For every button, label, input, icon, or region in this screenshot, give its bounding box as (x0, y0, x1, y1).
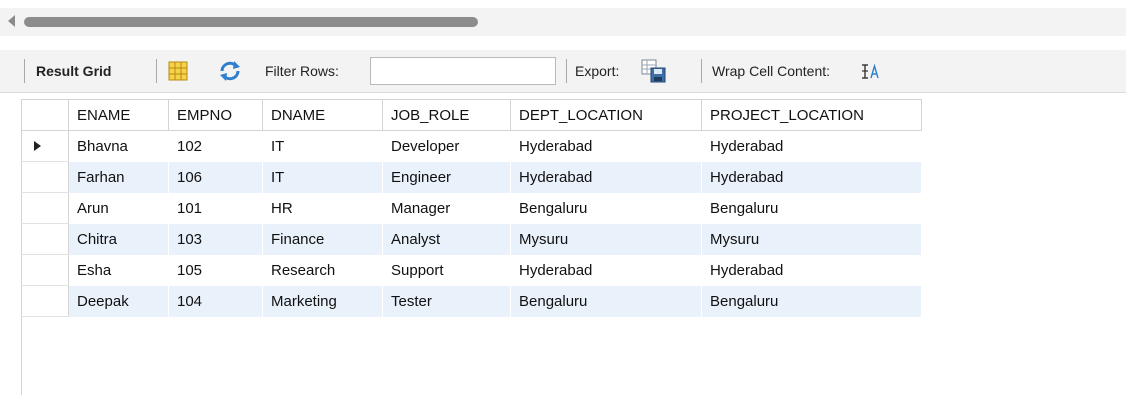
horizontal-scrollbar[interactable] (0, 8, 1126, 36)
column-header-dept-location[interactable]: DEPT_LOCATION (510, 99, 702, 131)
scrollbar-thumb[interactable] (24, 17, 478, 27)
cell-dname[interactable]: Marketing (262, 285, 383, 317)
refresh-icon[interactable] (218, 60, 242, 86)
row-header[interactable] (21, 192, 69, 224)
row-header-corner (21, 99, 69, 131)
table-row[interactable]: Deepak 104 Marketing Tester Bengaluru Be… (21, 285, 922, 317)
cell-ename[interactable]: Chitra (68, 223, 169, 255)
cell-dname[interactable]: IT (262, 161, 383, 193)
row-header[interactable] (21, 285, 69, 317)
cell-dept-location[interactable]: Hyderabad (510, 254, 702, 286)
cell-job-role[interactable]: Developer (382, 130, 511, 162)
cell-dname[interactable]: IT (262, 130, 383, 162)
cell-dept-location[interactable]: Bengaluru (510, 192, 702, 224)
cell-job-role[interactable]: Engineer (382, 161, 511, 193)
result-toolbar: Result Grid Filter Rows: Export: Wrap Ce… (0, 50, 1126, 93)
cell-empno[interactable]: 104 (168, 285, 263, 317)
cell-ename[interactable]: Arun (68, 192, 169, 224)
cell-dept-location[interactable]: Mysuru (510, 223, 702, 255)
export-icon[interactable] (641, 59, 667, 87)
cell-job-role[interactable]: Tester (382, 285, 511, 317)
table-row[interactable]: Bhavna 102 IT Developer Hyderabad Hydera… (21, 130, 922, 162)
cell-dname[interactable]: Finance (262, 223, 383, 255)
cell-project-location[interactable]: Hyderabad (701, 254, 922, 286)
cell-ename[interactable]: Esha (68, 254, 169, 286)
cell-dept-location[interactable]: Hyderabad (510, 130, 702, 162)
column-header-dname[interactable]: DNAME (262, 99, 383, 131)
column-header-project-location[interactable]: PROJECT_LOCATION (701, 99, 922, 131)
row-header[interactable] (21, 161, 69, 193)
cell-job-role[interactable]: Manager (382, 192, 511, 224)
filter-rows-input[interactable] (370, 57, 556, 85)
toolbar-separator (566, 59, 567, 83)
export-label: Export: (575, 63, 620, 79)
column-header-empno[interactable]: EMPNO (168, 99, 263, 131)
result-grid-table: ENAME EMPNO DNAME JOB_ROLE DEPT_LOCATION… (21, 99, 922, 317)
cell-ename[interactable]: Deepak (68, 285, 169, 317)
toolbar-separator (24, 59, 25, 83)
column-header-ename[interactable]: ENAME (68, 99, 169, 131)
scroll-left-arrow-icon[interactable] (8, 15, 15, 27)
result-grid-tab[interactable]: Result Grid (36, 50, 111, 92)
cell-dept-location[interactable]: Bengaluru (510, 285, 702, 317)
current-row-arrow-icon (34, 140, 41, 151)
cell-ename[interactable]: Farhan (68, 161, 169, 193)
cell-project-location[interactable]: Bengaluru (701, 192, 922, 224)
cell-empno[interactable]: 106 (168, 161, 263, 193)
cell-job-role[interactable]: Analyst (382, 223, 511, 255)
grid-view-icon[interactable] (168, 61, 188, 85)
cell-empno[interactable]: 105 (168, 254, 263, 286)
table-row[interactable]: Chitra 103 Finance Analyst Mysuru Mysuru (21, 223, 922, 255)
table-row[interactable]: Esha 105 Research Support Hyderabad Hyde… (21, 254, 922, 286)
cell-project-location[interactable]: Mysuru (701, 223, 922, 255)
cell-empno[interactable]: 102 (168, 130, 263, 162)
header-row: ENAME EMPNO DNAME JOB_ROLE DEPT_LOCATION… (21, 99, 922, 131)
filter-rows-label: Filter Rows: (265, 63, 339, 79)
cell-project-location[interactable]: Bengaluru (701, 285, 922, 317)
cell-ename[interactable]: Bhavna (68, 130, 169, 162)
cell-empno[interactable]: 103 (168, 223, 263, 255)
cell-job-role[interactable]: Support (382, 254, 511, 286)
cell-dname[interactable]: HR (262, 192, 383, 224)
row-header[interactable] (21, 130, 69, 162)
cell-dname[interactable]: Research (262, 254, 383, 286)
cell-dept-location[interactable]: Hyderabad (510, 161, 702, 193)
row-header[interactable] (21, 223, 69, 255)
table-row[interactable]: Arun 101 HR Manager Bengaluru Bengaluru (21, 192, 922, 224)
cell-empno[interactable]: 101 (168, 192, 263, 224)
toolbar-separator (156, 59, 157, 83)
wrap-text-icon[interactable] (861, 63, 881, 84)
cell-project-location[interactable]: Hyderabad (701, 130, 922, 162)
wrap-cell-content-label: Wrap Cell Content: (712, 63, 831, 79)
table-row[interactable]: Farhan 106 IT Engineer Hyderabad Hyderab… (21, 161, 922, 193)
column-header-job-role[interactable]: JOB_ROLE (382, 99, 511, 131)
row-header[interactable] (21, 254, 69, 286)
cell-project-location[interactable]: Hyderabad (701, 161, 922, 193)
toolbar-separator (701, 59, 702, 83)
